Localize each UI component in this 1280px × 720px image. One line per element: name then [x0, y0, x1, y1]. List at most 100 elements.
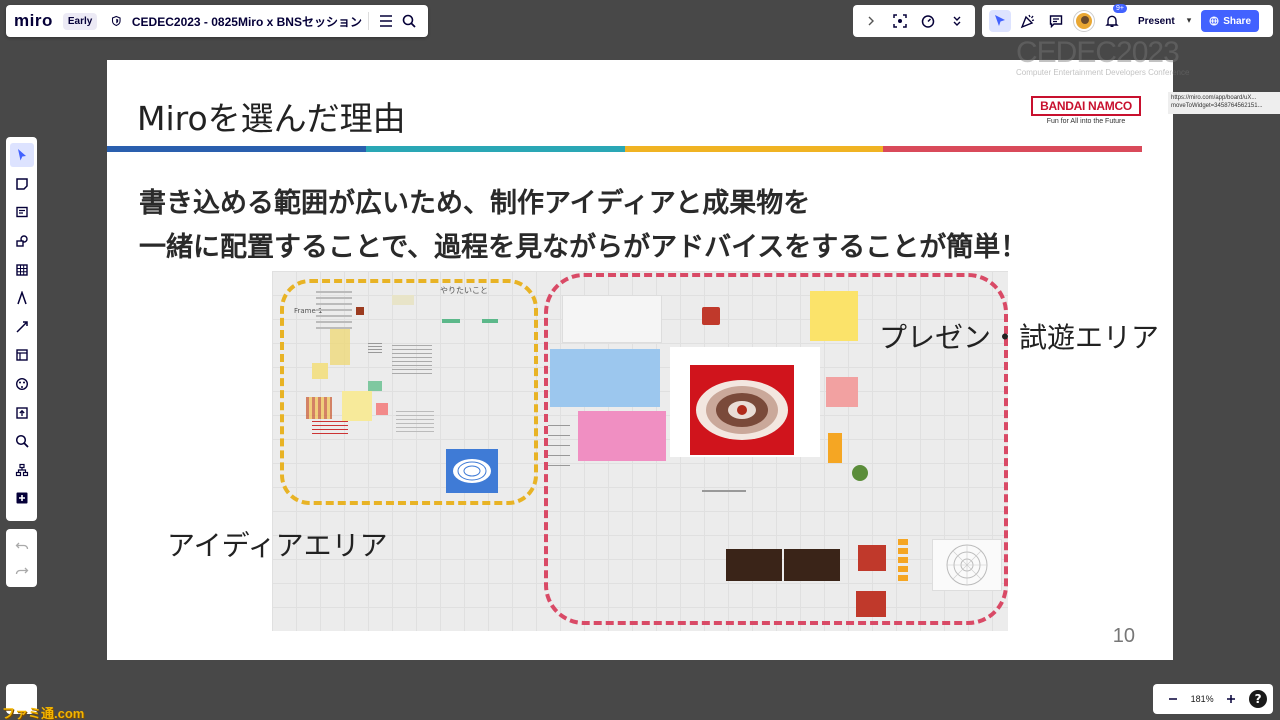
logo-brand: BANDAI NAMCO — [1031, 96, 1141, 116]
present-button[interactable]: Present — [1126, 9, 1179, 33]
board-sticky — [368, 381, 382, 391]
upload-icon[interactable] — [10, 401, 34, 425]
board-text-block — [392, 345, 432, 375]
redo-icon[interactable] — [11, 560, 33, 582]
zoom-level[interactable]: 181% — [1191, 694, 1214, 704]
slide-body: 書き込める範囲が広いため、制作アイディアと成果物を 一緒に配置することで、過程を… — [139, 182, 1149, 270]
board-thumb — [356, 307, 364, 315]
color-bar-segment — [624, 146, 884, 152]
undo-icon[interactable] — [11, 535, 33, 557]
table-icon[interactable] — [10, 258, 34, 282]
chevron-right-icon[interactable] — [860, 10, 882, 32]
globe-icon — [1209, 16, 1219, 26]
famitsu-watermark: ファミ通.com — [2, 706, 85, 720]
dartboard-icon — [696, 380, 788, 440]
notifications-bell-icon[interactable]: 9+ — [1101, 4, 1127, 32]
miro-logo[interactable]: miro — [14, 11, 53, 31]
board-thumb — [858, 545, 886, 571]
color-bar-segment — [365, 146, 625, 152]
board-sticky — [392, 295, 414, 305]
board-dartboard-thumb — [446, 449, 498, 493]
link-tooltip: https://miro.com/app/board/uX... moveToW… — [1168, 92, 1280, 114]
cedec-logo-subtitle: Computer Entertainment Developers Confer… — [1016, 68, 1190, 77]
notification-badge: 9+ — [1113, 4, 1127, 13]
slide-body-line: 一緒に配置することで、過程を見ながらがアドバイスをすることが簡単！ — [139, 232, 1028, 263]
double-chevron-down-icon[interactable] — [946, 10, 968, 32]
board-blue-card — [550, 349, 660, 407]
add-apps-icon[interactable] — [10, 486, 34, 510]
cursor-icon[interactable] — [989, 10, 1011, 32]
board-tag-stack — [898, 539, 908, 581]
board-text-block — [396, 411, 434, 435]
board-tools-bar — [853, 5, 975, 37]
board-divider — [702, 490, 746, 492]
cedec-watermark: CEDEC2023 Computer Entertainment Develop… — [1016, 36, 1216, 82]
pen-icon[interactable] — [10, 286, 34, 310]
board-text-card — [562, 295, 662, 343]
org-chart-icon[interactable] — [10, 458, 34, 482]
present-dropdown-chevron-icon[interactable]: ▾ — [1179, 16, 1200, 26]
dartboard-icon — [946, 544, 988, 586]
board-tag — [442, 319, 460, 323]
board-text-block — [548, 425, 570, 471]
divider — [367, 12, 369, 30]
sticky-note-icon[interactable] — [10, 172, 34, 196]
celebrate-icon[interactable] — [1017, 10, 1039, 32]
presentation-slide[interactable]: Miroを選んだ理由 BANDAI NAMCO Fun for All into… — [107, 60, 1173, 660]
board-title[interactable]: CEDEC2023 - 0825Miro x BNSセッション — [132, 13, 362, 30]
bandai-namco-logo: BANDAI NAMCO Fun for All into the Future — [1031, 96, 1141, 130]
share-label: Share — [1223, 15, 1252, 27]
shield-icon[interactable] — [111, 14, 122, 28]
board-sticky — [810, 291, 858, 341]
color-bar-segment — [107, 146, 366, 152]
select-tool-icon[interactable] — [9, 143, 34, 168]
zoom-out-button[interactable] — [1162, 688, 1184, 710]
menu-icon[interactable] — [378, 10, 395, 32]
frame-icon[interactable] — [10, 343, 34, 367]
zoom-controls: 181% ? — [1153, 684, 1273, 714]
comment-icon[interactable] — [1045, 10, 1067, 32]
board-game-thumb — [726, 549, 782, 581]
board-dartboard-sketch — [932, 539, 1002, 591]
dartboard-icon — [453, 459, 491, 483]
board-pink-card — [578, 411, 666, 461]
board-thumb — [702, 307, 720, 325]
undo-redo-bar — [6, 529, 37, 587]
board-dartboard-image — [690, 365, 794, 455]
idea-area-label: アイディアエリア — [167, 529, 388, 562]
board-sticky — [826, 377, 858, 407]
slide-page-number: 10 — [1112, 625, 1135, 647]
timer-icon[interactable] — [917, 10, 939, 32]
text-comment-icon[interactable] — [10, 200, 34, 224]
board-note-label: やりたいこと — [440, 286, 488, 295]
help-button[interactable]: ? — [1249, 690, 1268, 708]
board-sticky — [330, 329, 350, 365]
avatar[interactable] — [1074, 11, 1094, 31]
board-header: miro Early CEDEC2023 - 0825Miro x BNSセッシ… — [6, 5, 428, 37]
board-sticky — [828, 433, 842, 463]
board-thumb — [306, 397, 332, 419]
board-sticky — [342, 391, 372, 421]
board-thumb — [856, 591, 886, 617]
board-sticky — [312, 363, 328, 379]
board-text-block — [368, 343, 382, 355]
board-text-block — [316, 291, 352, 331]
creation-toolbar — [6, 137, 37, 521]
color-bar-segment — [883, 146, 1142, 152]
search-icon[interactable] — [400, 10, 417, 32]
shapes-icon[interactable] — [10, 229, 34, 253]
share-button[interactable]: Share — [1201, 10, 1260, 32]
slide-body-line: 書き込める範囲が広いため、制作アイディアと成果物を — [139, 188, 811, 219]
logo-tagline: Fun for All into the Future — [1046, 118, 1126, 125]
connector-line-icon[interactable] — [10, 315, 34, 339]
focus-icon[interactable] — [889, 10, 911, 32]
palette-icon[interactable] — [10, 372, 34, 396]
plan-badge[interactable]: Early — [62, 12, 98, 30]
title-color-bar — [107, 146, 1142, 152]
cedec-logo-text: CEDEC2023 — [1016, 36, 1180, 69]
zoom-tool-icon[interactable] — [10, 429, 34, 453]
play-area-label: プレゼン・試遊エリア — [879, 321, 1160, 354]
zoom-in-button[interactable] — [1220, 688, 1242, 710]
board-game-thumb — [784, 549, 840, 581]
board-tag — [482, 319, 498, 323]
